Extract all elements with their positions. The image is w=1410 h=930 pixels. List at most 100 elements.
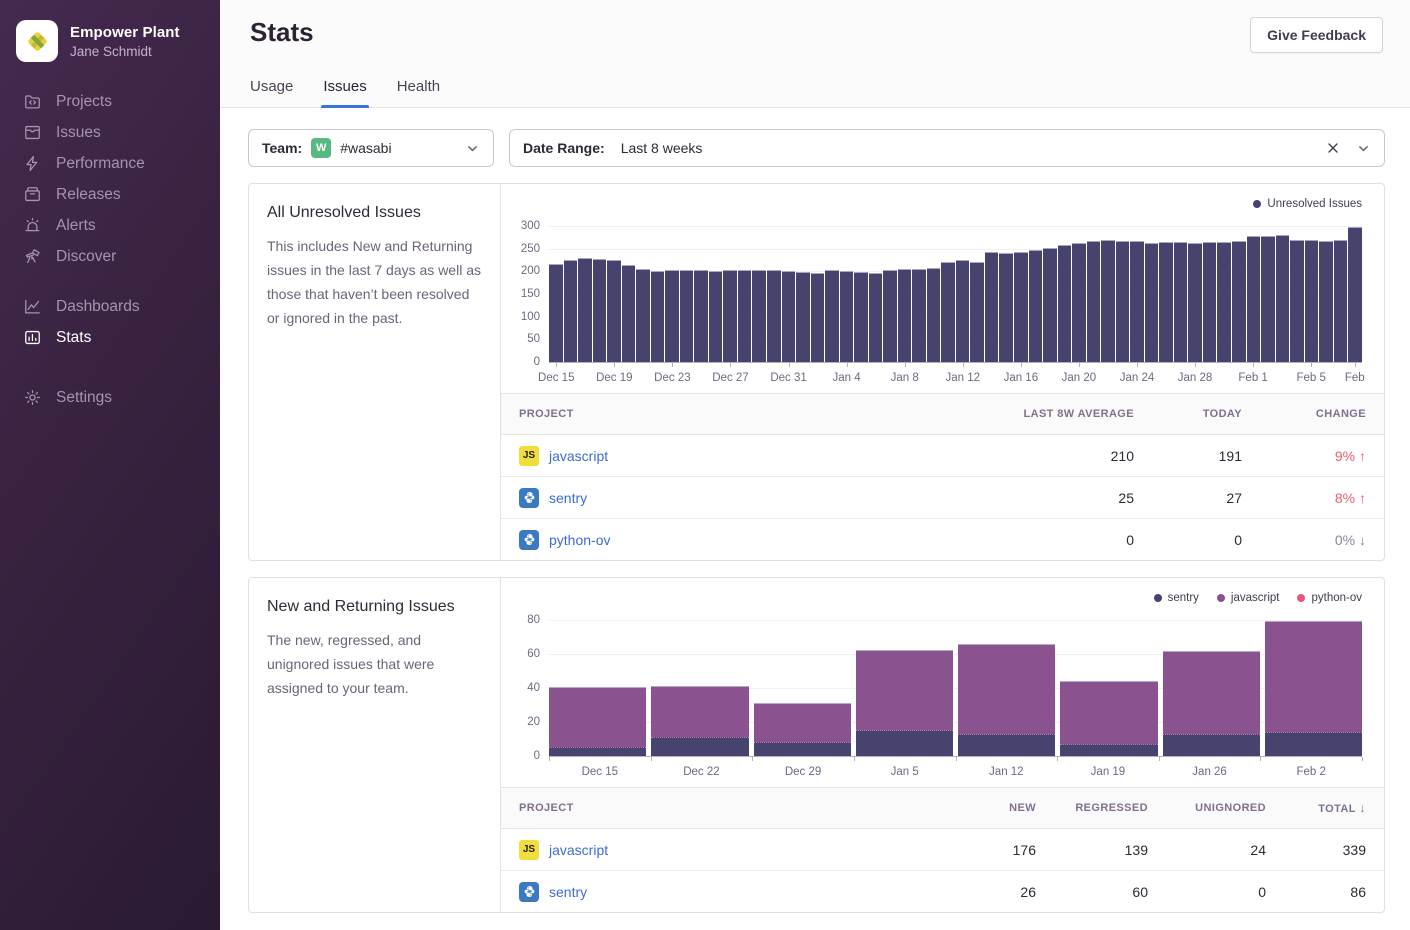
bar (927, 268, 941, 362)
column-header-total[interactable]: TOTAL ↓ (1284, 801, 1384, 815)
tab-issues[interactable]: Issues (323, 78, 366, 107)
y-axis-label: 20 (527, 716, 540, 728)
bar (1087, 241, 1101, 362)
bar (999, 253, 1013, 362)
bar (1290, 240, 1304, 362)
main-area: Stats Give Feedback Usage Issues Health Te… (220, 0, 1410, 930)
sidebar-item-alerts[interactable]: Alerts (0, 210, 220, 241)
stacked-bar (549, 620, 646, 756)
sidebar-item-issues[interactable]: Issues (0, 117, 220, 148)
tab-health[interactable]: Health (397, 78, 440, 107)
bar (825, 270, 839, 362)
chart-x-axis: Dec 15Dec 19Dec 23Dec 27Dec 31Jan 4Jan 8… (549, 363, 1362, 393)
x-axis-label: Jan 5 (891, 766, 919, 778)
tab-label: Issues (323, 78, 366, 95)
team-label: Team: (262, 140, 302, 156)
x-axis-label: Feb (1345, 372, 1365, 384)
sidebar-item-performance[interactable]: Performance (0, 148, 220, 179)
sidebar-item-label: Discover (56, 247, 116, 266)
panel-title: New and Returning Issues (267, 598, 482, 616)
legend-item-python-ov[interactable]: python-ov (1297, 592, 1362, 604)
chart-legend: Unresolved Issues (513, 196, 1370, 212)
bar (549, 264, 563, 362)
clear-icon[interactable] (1326, 141, 1340, 155)
sentry-segment (651, 737, 748, 756)
y-axis-label: 0 (534, 750, 540, 762)
project-table: PROJECTNEWREGRESSEDUNIGNOREDTOTAL ↓ JS jav… (501, 787, 1384, 912)
page-header: Stats Give Feedback Usage Issues Health (220, 0, 1410, 108)
legend-item-unresolved-issues[interactable]: Unresolved Issues (1253, 198, 1362, 210)
date-range-select[interactable]: Date Range: Last 8 weeks (509, 129, 1385, 167)
x-axis-label: Dec 22 (683, 766, 719, 778)
give-feedback-button[interactable]: Give Feedback (1250, 17, 1383, 53)
x-axis-label: Feb 1 (1238, 372, 1267, 384)
y-axis-label: 150 (521, 288, 540, 300)
x-axis-tick (1195, 363, 1196, 367)
sidebar-item-stats[interactable]: Stats (0, 322, 220, 353)
tab-usage[interactable]: Usage (250, 78, 293, 107)
project-link-sentry[interactable]: sentry (549, 490, 587, 506)
project-link-javascript[interactable]: javascript (549, 448, 608, 464)
x-axis-tick (556, 363, 557, 367)
discover-icon (23, 247, 42, 266)
panel-chart-and-table: sentryjavascriptpython-ov020406080Dec 15… (501, 578, 1384, 912)
team-select[interactable]: Team: W #wasabi (248, 129, 494, 167)
bar (1101, 240, 1115, 362)
project-link-javascript[interactable]: javascript (549, 842, 608, 858)
y-axis-label: 40 (527, 682, 540, 694)
stacked-bar-series (549, 620, 1362, 756)
chevron-down-icon (465, 141, 480, 156)
stacked-bar (856, 620, 953, 756)
sort-arrow-icon: ↓ (1356, 801, 1366, 815)
x-axis-label: Jan 28 (1178, 372, 1213, 384)
panel-description: This includes New and Returning issues i… (267, 234, 482, 330)
column-header-unignored: UNIGNORED (1166, 802, 1284, 814)
bar (1247, 236, 1261, 362)
page-title: Stats (250, 17, 314, 48)
legend-label: Unresolved Issues (1267, 198, 1362, 210)
sidebar-item-label: Dashboards (56, 297, 140, 316)
table-cell-value: 139 (1054, 842, 1166, 858)
x-axis-label: Dec 15 (538, 372, 574, 384)
bar (1145, 243, 1159, 362)
bar (767, 270, 781, 362)
tab-label: Health (397, 78, 440, 95)
bar (607, 260, 621, 362)
sidebar-item-releases[interactable]: Releases (0, 179, 220, 210)
x-axis-tick (789, 363, 790, 367)
x-axis-label: Jan 24 (1120, 372, 1155, 384)
javascript-project-icon: JS (519, 840, 539, 860)
bar (593, 259, 607, 362)
sidebar-item-projects[interactable]: Projects (0, 86, 220, 117)
y-axis-label: 250 (521, 243, 540, 255)
bar (1305, 240, 1319, 362)
column-header-project: PROJECT (501, 802, 936, 814)
bar (970, 262, 984, 362)
project-link-sentry[interactable]: sentry (549, 884, 587, 900)
x-axis-tick (1137, 363, 1138, 367)
sidebar-item-label: Settings (56, 388, 112, 407)
legend-label: javascript (1231, 592, 1280, 604)
column-header-regressed: REGRESSED (1054, 802, 1166, 814)
bar (1217, 242, 1231, 362)
y-axis-label: 80 (527, 614, 540, 626)
dashboards-icon (23, 297, 42, 316)
sidebar-item-discover[interactable]: Discover (0, 241, 220, 272)
x-axis-tick (1057, 757, 1058, 761)
x-axis-tick (730, 363, 731, 367)
org-switcher[interactable]: Empower Plant Jane Schmidt (0, 18, 220, 86)
x-axis-label: Dec 31 (770, 372, 806, 384)
project-link-python-ov[interactable]: python-ov (549, 532, 610, 548)
legend-item-javascript[interactable]: javascript (1217, 592, 1280, 604)
column-header-new: NEW (936, 802, 1054, 814)
sidebar-item-dashboards[interactable]: Dashboards (0, 291, 220, 322)
python-project-icon (519, 530, 539, 550)
sidebar-item-settings[interactable]: Settings (0, 382, 220, 413)
panel-new-and-returning-issues: New and Returning Issues The new, regress… (248, 577, 1385, 913)
legend-item-sentry[interactable]: sentry (1154, 592, 1199, 604)
user-name: Jane Schmidt (70, 44, 180, 59)
x-axis-tick (614, 363, 615, 367)
x-axis-label: Jan 26 (1192, 766, 1227, 778)
panel-description: The new, regressed, and unignored issues… (267, 628, 482, 700)
table-row: sentry2660086 (501, 871, 1384, 912)
